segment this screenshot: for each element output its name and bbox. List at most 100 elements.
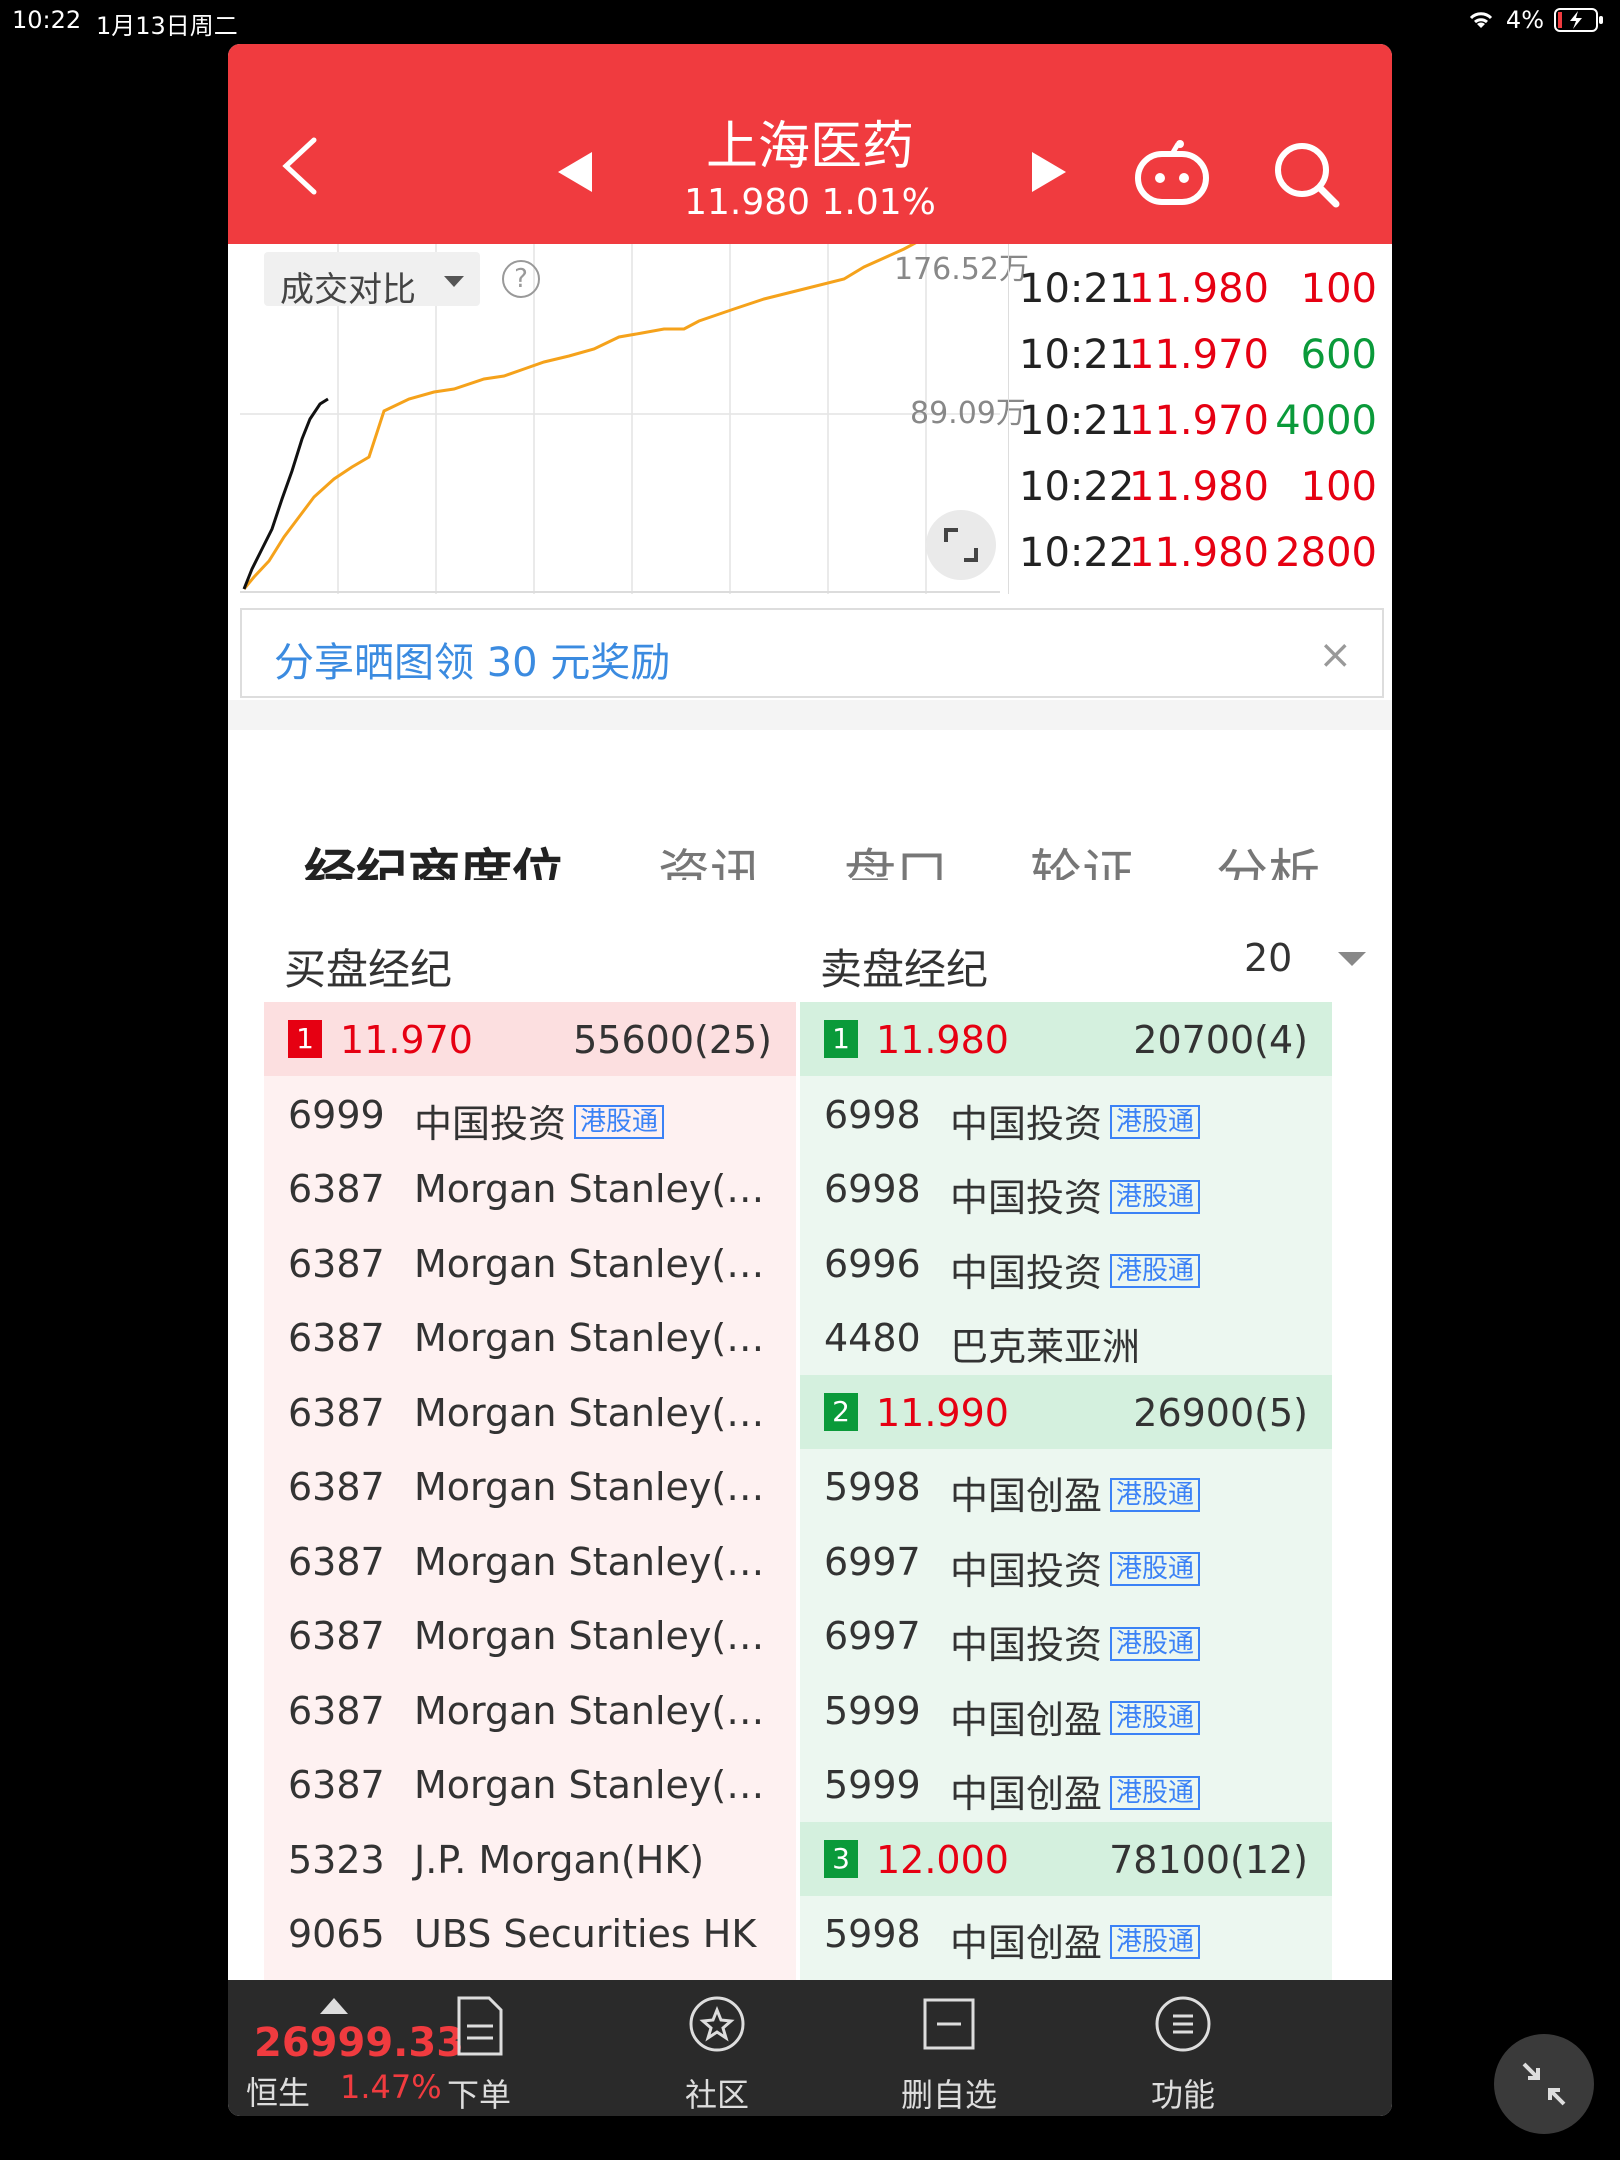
connect-tag: 港股通 — [574, 1105, 665, 1139]
trade-row: 10:22 11.980 100 — [1009, 456, 1384, 516]
sell-broker-row[interactable]: 6997 中国投资 港股通 — [800, 1524, 1332, 1598]
level-price: 11.970 — [340, 1018, 473, 1062]
broker-code: 6998 — [824, 1092, 921, 1137]
broker-name-text: 中国创盈 — [950, 1697, 1103, 1742]
detail-tabs: 经纪商席位 资讯 盘口 轮证 分析 — [228, 730, 1392, 924]
broker-name: Morgan Stanley(… — [414, 1614, 764, 1658]
trade-time: 10:21 — [1019, 398, 1135, 444]
dropdown-arrow-icon — [444, 276, 464, 287]
broker-code: 9065 — [288, 1912, 385, 1956]
buy-broker-row[interactable]: 6387 Morgan Stanley(… — [264, 1747, 796, 1821]
buy-broker-row[interactable]: 5323 J.P. Morgan(HK) — [264, 1822, 796, 1896]
level-badge: 2 — [824, 1392, 858, 1431]
buy-broker-row[interactable]: 6387 Morgan Stanley(… — [264, 1375, 796, 1449]
buy-broker-row[interactable]: 9065 UBS Securities HK — [264, 1896, 796, 1970]
broker-code: 6387 — [288, 1539, 385, 1584]
bottom-toolbar: 26999.33 恒生 1.47% 下单 社区 删自选 功能 — [228, 1980, 1392, 2116]
community-icon — [689, 1996, 745, 2052]
fullscreen-button[interactable] — [926, 510, 996, 580]
order-button[interactable]: 下单 — [414, 1994, 544, 2114]
collapse-icon — [1522, 2062, 1566, 2106]
section-divider — [228, 700, 1392, 730]
buy-broker-row[interactable]: 6387 Morgan Stanley(… — [264, 1524, 796, 1598]
broker-name: Morgan Stanley(… — [414, 1391, 764, 1435]
sell-broker-row[interactable]: 6998 中国投资 港股通 — [800, 1151, 1332, 1225]
remove-watchlist-button[interactable]: 删自选 — [884, 1994, 1014, 2114]
buy-broker-row[interactable]: 6387 Morgan Stanley(… — [264, 1598, 796, 1672]
status-bar: 10:22 1月13日周二 4% — [0, 0, 1620, 40]
sell-broker-row[interactable]: 5998 中国创盈 港股通 — [800, 1449, 1332, 1523]
broker-name: Morgan Stanley(… — [414, 1242, 764, 1286]
trade-price: 11.980 — [1129, 530, 1269, 576]
sell-broker-row[interactable]: 5999 中国创盈 港股通 — [800, 1747, 1332, 1821]
buy-broker-row[interactable]: 6999 中国投资 港股通 — [264, 1077, 796, 1151]
compare-dropdown[interactable]: 成交对比 — [264, 252, 480, 310]
level-volume: 26900(5) — [1133, 1390, 1308, 1435]
order-label: 下单 — [446, 2076, 511, 2114]
trade-time: 10:21 — [1019, 332, 1135, 378]
next-stock-icon[interactable] — [1032, 152, 1066, 192]
buy-price-level[interactable]: 1 11.970 55600(25) — [264, 1002, 796, 1076]
stock-header: 上海医药 11.980 1.01% — [228, 44, 1392, 244]
menu-icon — [1155, 1996, 1211, 2052]
trade-row: 10:22 11.980 2800 — [1009, 522, 1384, 582]
trade-time: 10:22 — [1019, 464, 1135, 510]
broker-code: 6387 — [288, 1390, 385, 1435]
sell-price-level[interactable]: 3 12.000 78100(12) — [800, 1821, 1332, 1896]
sell-broker-row[interactable]: 5999 中国创盈 港股通 — [800, 1673, 1332, 1747]
buy-broker-row[interactable]: 6387 Morgan Stanley(… — [264, 1151, 796, 1225]
broker-code: 6387 — [288, 1241, 385, 1286]
broker-code: 6998 — [824, 1167, 921, 1211]
level-volume: 55600(25) — [573, 1018, 772, 1062]
promo-banner[interactable]: 分享晒图领 30 元奖励 × — [240, 608, 1384, 698]
trade-volume: 600 — [1300, 332, 1377, 378]
broker-name-text: J.P. Morgan(HK) — [414, 1837, 705, 1882]
sell-broker-row[interactable]: 6997 中国投资 港股通 — [800, 1598, 1332, 1672]
level-volume: 20700(4) — [1133, 1018, 1308, 1062]
robot-assistant-icon[interactable] — [1134, 140, 1210, 206]
buy-broker-row[interactable]: 6387 Morgan Stanley(… — [264, 1449, 796, 1523]
remove-watchlist-label: 删自选 — [900, 2076, 997, 2114]
buy-broker-row[interactable]: 6387 Morgan Stanley(… — [264, 1673, 796, 1747]
battery-charging-icon — [1554, 8, 1603, 32]
broker-code: 6387 — [288, 1688, 385, 1733]
community-button[interactable]: 社区 — [652, 1994, 782, 2114]
broker-code: 5999 — [824, 1688, 921, 1733]
sell-price-level[interactable]: 1 11.980 20700(4) — [800, 1002, 1332, 1076]
depth-dropdown-arrow-icon[interactable] — [1338, 952, 1366, 966]
broker-name: 中国投资 港股通 — [950, 1093, 1201, 1148]
sell-broker-row[interactable]: 4480 巴克莱亚洲 — [800, 1300, 1332, 1374]
sell-price-level[interactable]: 2 11.990 26900(5) — [800, 1374, 1332, 1449]
battery-percent: 4% — [1505, 6, 1544, 34]
sell-broker-row[interactable]: 6996 中国投资 港股通 — [800, 1226, 1332, 1300]
broker-code: 6387 — [288, 1763, 385, 1807]
app-window: 上海医药 11.980 1.01% 成交对比 ? 176.52万 89.09万 … — [228, 44, 1392, 2116]
broker-code: 6997 — [824, 1539, 921, 1584]
broker-code: 5323 — [288, 1837, 385, 1882]
broker-code: 6387 — [288, 1465, 385, 1509]
buy-broker-row[interactable]: 6387 Morgan Stanley(… — [264, 1226, 796, 1300]
buy-broker-row[interactable]: 6387 Morgan Stanley(… — [264, 1300, 796, 1374]
sell-broker-header: 卖盘经纪 — [820, 945, 989, 994]
sell-broker-row[interactable]: 6998 中国投资 港股通 — [800, 1077, 1332, 1151]
search-icon[interactable] — [1272, 140, 1342, 210]
connect-tag: 港股通 — [1110, 1775, 1201, 1810]
broker-name: 中国创盈 港股通 — [950, 1465, 1201, 1520]
broker-name: 中国投资 港股通 — [950, 1167, 1201, 1222]
broker-code: 4480 — [824, 1316, 921, 1360]
function-button[interactable]: 功能 — [1118, 1994, 1248, 2114]
help-icon[interactable]: ? — [502, 260, 540, 298]
level-badge: 1 — [824, 1020, 858, 1058]
broker-code: 6387 — [288, 1316, 385, 1360]
sell-broker-row[interactable]: 5998 中国创盈 港股通 — [800, 1896, 1332, 1970]
close-icon[interactable]: × — [1318, 632, 1352, 678]
broker-name: 巴克莱亚洲 — [950, 1316, 1140, 1371]
broker-code: 6997 — [824, 1614, 921, 1658]
broker-name: Morgan Stanley(… — [414, 1316, 764, 1360]
broker-name: 中国创盈 港股通 — [950, 1763, 1201, 1818]
broker-name-text: Morgan Stanley(… — [414, 1316, 765, 1360]
depth-selector[interactable]: 20 — [1244, 936, 1292, 980]
broker-name-text: Morgan Stanley(… — [414, 1241, 765, 1286]
broker-name-text: 中国创盈 — [950, 1474, 1103, 1518]
floating-collapse-button[interactable] — [1494, 2034, 1594, 2134]
